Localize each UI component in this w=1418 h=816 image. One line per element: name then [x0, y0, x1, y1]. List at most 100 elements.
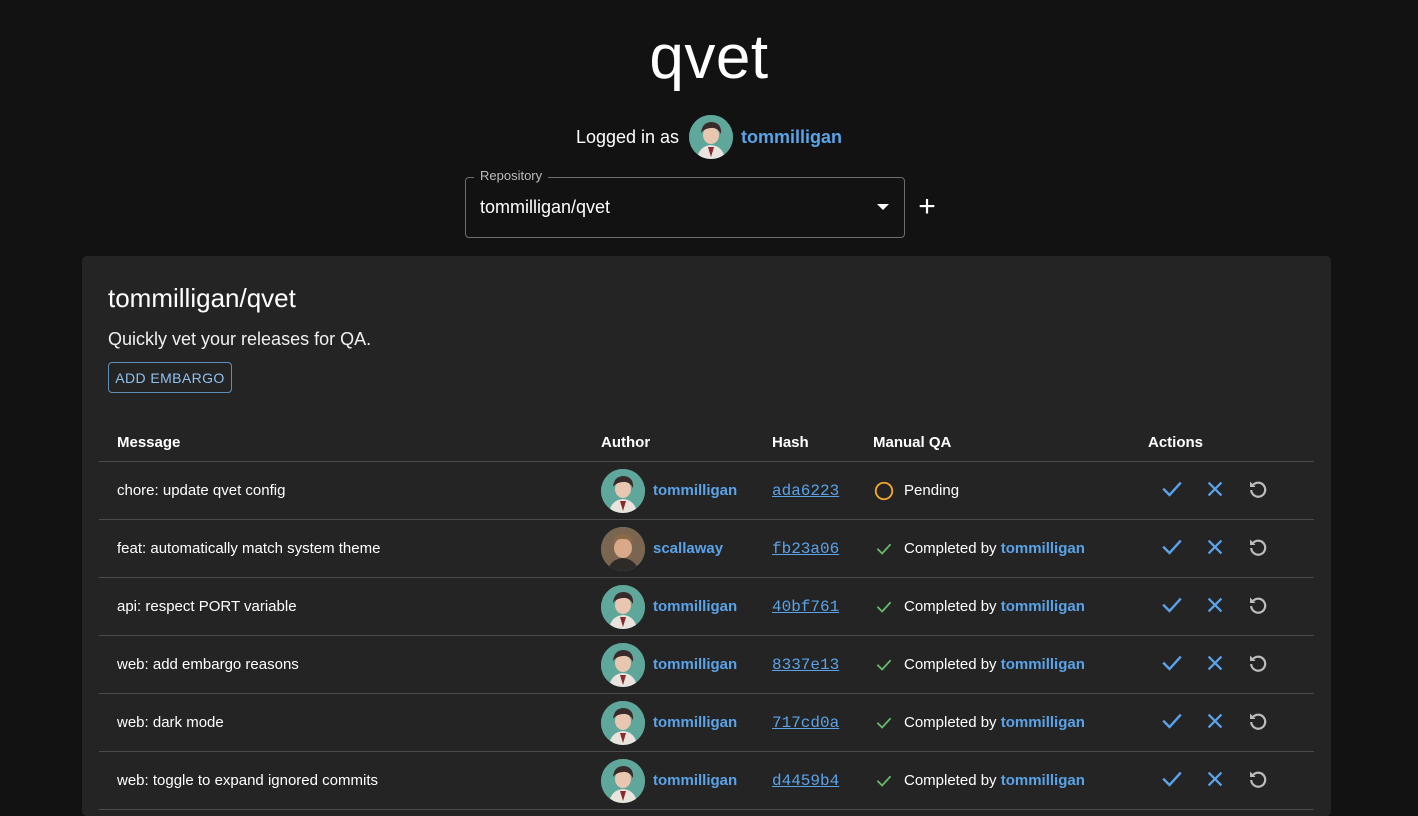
- qa-text: Completed by: [904, 714, 1001, 731]
- refresh-icon: [1246, 651, 1270, 679]
- approve-button[interactable]: [1156, 475, 1188, 507]
- author: scallaway: [601, 526, 772, 571]
- reset-button[interactable]: [1242, 591, 1274, 623]
- check-icon: [1160, 593, 1184, 621]
- actions: [1148, 475, 1314, 507]
- approve-button[interactable]: [1156, 649, 1188, 681]
- actions: [1148, 765, 1314, 797]
- qa-by-link[interactable]: tommilligan: [1001, 714, 1085, 731]
- actions-cell: [1148, 461, 1314, 520]
- commit-message: chore: update qvet config: [99, 461, 601, 520]
- actions: [1148, 649, 1314, 681]
- reject-button[interactable]: [1199, 707, 1231, 739]
- reject-button[interactable]: [1199, 765, 1231, 797]
- reset-button[interactable]: [1242, 707, 1274, 739]
- author-link[interactable]: scallaway: [653, 540, 723, 557]
- reject-button[interactable]: [1199, 649, 1231, 681]
- close-icon: [1204, 536, 1226, 562]
- login-info: Logged in as tommilligan: [0, 114, 1418, 160]
- commit-hash-link[interactable]: ada6223: [772, 482, 839, 500]
- hash-cell: 8337e13: [772, 635, 873, 694]
- reject-button[interactable]: [1199, 475, 1231, 507]
- author-link[interactable]: tommilligan: [653, 598, 737, 615]
- commit-message: feat: automatically match system theme: [99, 519, 601, 578]
- actions-cell: [1148, 519, 1314, 578]
- actions-cell: [1148, 635, 1314, 694]
- qa-cell: Pending: [873, 461, 1148, 520]
- author: tommilligan: [601, 584, 772, 629]
- qa-text: Completed by: [904, 598, 1001, 615]
- chevron-down-icon[interactable]: [877, 204, 889, 210]
- actions: [1148, 707, 1314, 739]
- commit-hash-link[interactable]: 8337e13: [772, 656, 839, 674]
- author-cell: tommilligan: [601, 461, 772, 520]
- card-description: Quickly vet your releases for QA.: [108, 329, 372, 349]
- repository-label: Repository: [474, 168, 549, 184]
- qa-status-text: Completed by tommilligan: [904, 714, 1085, 731]
- reset-button[interactable]: [1242, 649, 1274, 681]
- username-link[interactable]: tommilligan: [741, 127, 842, 148]
- refresh-icon: [1246, 767, 1270, 795]
- commits-table: Message Author Hash Manual QA Actions ch…: [99, 423, 1314, 810]
- commit-hash-link[interactable]: 40bf761: [772, 598, 839, 616]
- reset-button[interactable]: [1242, 765, 1274, 797]
- author-link[interactable]: tommilligan: [653, 714, 737, 731]
- author: tommilligan: [601, 700, 772, 745]
- table-header-row: Message Author Hash Manual QA Actions: [99, 423, 1314, 462]
- reject-button[interactable]: [1199, 533, 1231, 565]
- author-avatar: [601, 758, 645, 803]
- commit-hash-link[interactable]: 717cd0a: [772, 714, 839, 732]
- qa-status: Pending: [873, 480, 1148, 502]
- hash-cell: d4459b4: [772, 751, 873, 810]
- approve-button[interactable]: [1156, 591, 1188, 623]
- refresh-icon: [1246, 535, 1270, 563]
- table-row: api: respect PORT variable tommilligan 4…: [99, 577, 1314, 636]
- author-link[interactable]: tommilligan: [653, 656, 737, 673]
- qa-status-text: Pending: [904, 482, 959, 499]
- commit-hash-link[interactable]: fb23a06: [772, 540, 839, 558]
- commit-message: web: dark mode: [99, 693, 601, 752]
- author-avatar: [601, 468, 645, 513]
- table-row: web: dark mode tommilligan 717cd0a Compl…: [99, 693, 1314, 752]
- table-row: web: toggle to expand ignored commits to…: [99, 751, 1314, 810]
- close-icon: [1204, 652, 1226, 678]
- check-icon: [1160, 709, 1184, 737]
- add-embargo-button[interactable]: ADD EMBARGO: [108, 362, 232, 393]
- check-icon: [1160, 651, 1184, 679]
- reject-button[interactable]: [1199, 591, 1231, 623]
- actions: [1148, 591, 1314, 623]
- reset-button[interactable]: [1242, 533, 1274, 565]
- check-small-icon: [873, 538, 895, 560]
- approve-button[interactable]: [1156, 765, 1188, 797]
- author-cell: tommilligan: [601, 693, 772, 752]
- qa-by-link[interactable]: tommilligan: [1001, 772, 1085, 789]
- actions-cell: [1148, 751, 1314, 810]
- reset-button[interactable]: [1242, 475, 1274, 507]
- author-link[interactable]: tommilligan: [653, 482, 737, 499]
- check-icon: [1160, 535, 1184, 563]
- author-avatar: [601, 584, 645, 629]
- commit-hash-link[interactable]: d4459b4: [772, 772, 839, 790]
- card-title: tommilligan/qvet: [108, 283, 296, 313]
- author-cell: tommilligan: [601, 635, 772, 694]
- close-icon: [1204, 594, 1226, 620]
- commit-message: api: respect PORT variable: [99, 577, 601, 636]
- refresh-icon: [1246, 709, 1270, 737]
- qa-by-link[interactable]: tommilligan: [1001, 656, 1085, 673]
- approve-button[interactable]: [1156, 707, 1188, 739]
- qa-by-link[interactable]: tommilligan: [1001, 540, 1085, 557]
- repository-select[interactable]: Repository tommilligan/qvet: [465, 168, 905, 238]
- approve-button[interactable]: [1156, 533, 1188, 565]
- refresh-icon: [1246, 477, 1270, 505]
- author: tommilligan: [601, 468, 772, 513]
- check-icon: [1160, 477, 1184, 505]
- check-icon: [1160, 767, 1184, 795]
- table-row: feat: automatically match system theme s…: [99, 519, 1314, 578]
- qa-by-link[interactable]: tommilligan: [1001, 598, 1085, 615]
- author-avatar: [601, 642, 645, 687]
- check-small-icon: [873, 770, 895, 792]
- table-row: chore: update qvet config tommilligan ad…: [99, 461, 1314, 520]
- add-repository-button[interactable]: +: [915, 192, 939, 222]
- author-link[interactable]: tommilligan: [653, 772, 737, 789]
- qa-text: Completed by: [904, 772, 1001, 789]
